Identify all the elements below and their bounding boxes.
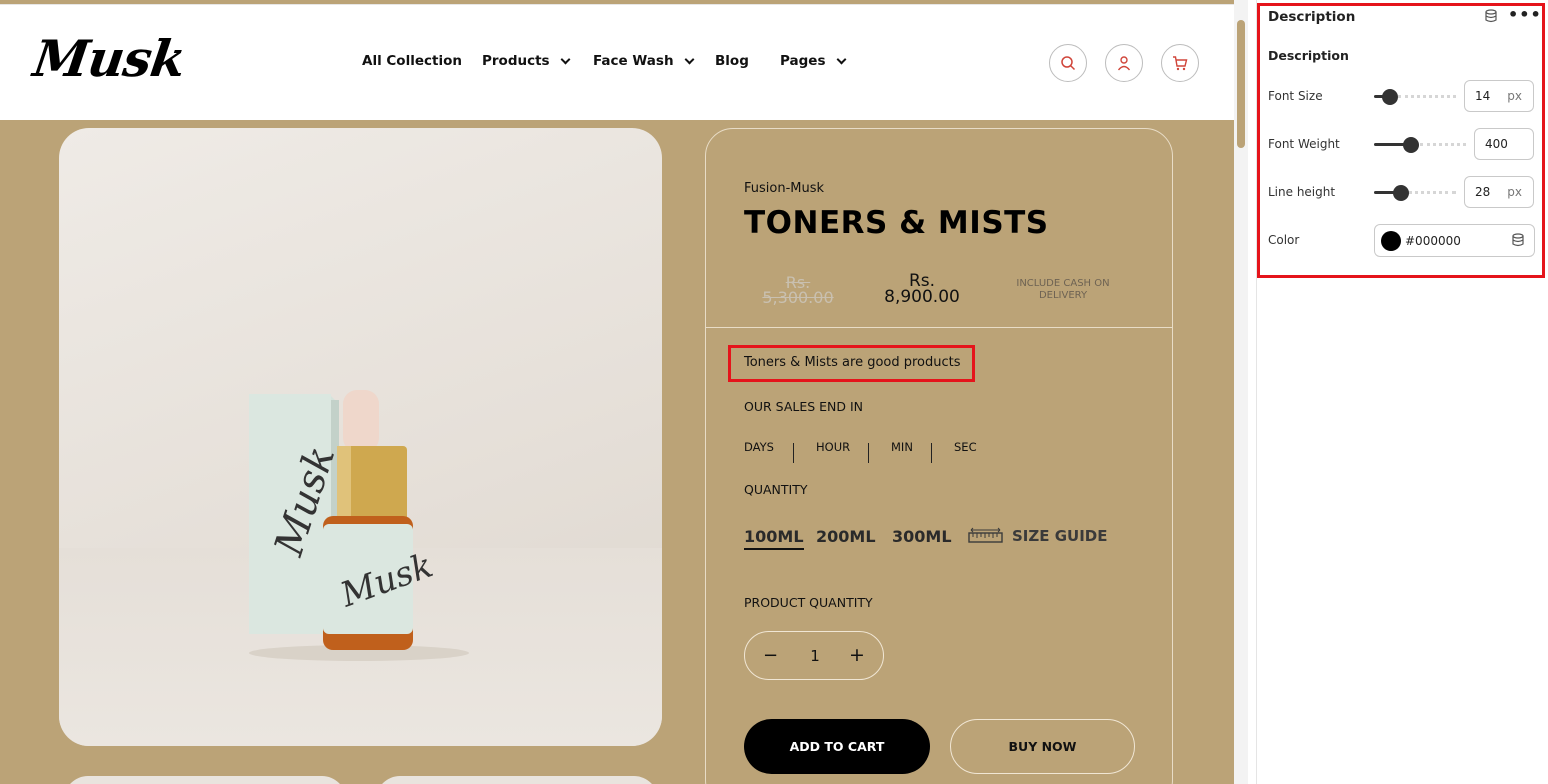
buy-now-button[interactable]: BUY NOW — [950, 719, 1135, 774]
countdown-hour: HOUR — [816, 440, 851, 454]
size-option-200ml[interactable]: 200ML — [816, 527, 876, 546]
minus-icon[interactable]: − — [763, 645, 778, 666]
user-icon — [1117, 56, 1131, 71]
old-price-value: 5,300.00 — [762, 288, 834, 307]
selection-highlight — [728, 345, 975, 382]
nav-label: Pages — [780, 53, 826, 69]
countdown-divider — [931, 443, 932, 463]
size-guide-label: SIZE GUIDE — [1012, 527, 1108, 545]
nav-all-collection[interactable]: All Collection — [362, 53, 462, 69]
quantity-value[interactable]: 1 — [807, 647, 823, 665]
countdown-min: MIN — [891, 440, 913, 454]
cart-icon — [1173, 56, 1188, 71]
thumbnail-1[interactable] — [64, 776, 346, 784]
countdown-divider — [868, 443, 869, 463]
site-header: Musk All Collection Products Face Wash B… — [0, 4, 1234, 120]
scrollbar-thumb[interactable] — [1237, 20, 1245, 148]
countdown-divider — [793, 443, 794, 463]
product-brand: Fusion-Musk — [744, 181, 825, 196]
nav-blog[interactable]: Blog — [715, 53, 749, 69]
plus-icon[interactable]: + — [849, 644, 865, 666]
cart-button[interactable] — [1161, 44, 1199, 82]
chevron-down-icon — [684, 54, 695, 64]
serum-bottle-illustration: Musk Musk — [249, 390, 469, 661]
nav-pages[interactable]: Pages — [780, 53, 846, 69]
chevron-down-icon — [836, 54, 846, 64]
editor-screen: Musk All Collection Products Face Wash B… — [0, 0, 1548, 784]
nav-label: Products — [482, 53, 550, 69]
size-option-300ml[interactable]: 300ML — [892, 527, 952, 546]
product-image: Musk Musk — [59, 128, 662, 746]
quantity-stepper: − 1 + — [744, 631, 884, 680]
ruler-icon — [968, 527, 1003, 543]
quantity-label: QUANTITY — [744, 482, 808, 497]
cod-note: INCLUDE CASH ON DELIVERY — [1016, 278, 1110, 301]
product-info-card: Fusion-Musk TONERS & MISTS Rs. 5,300.00 … — [705, 128, 1173, 784]
search-button[interactable] — [1049, 44, 1087, 82]
nav-face-wash[interactable]: Face Wash — [593, 53, 695, 69]
countdown-sec: SEC — [954, 440, 977, 454]
site-logo[interactable]: Musk — [30, 29, 189, 88]
nav-products[interactable]: Products — [482, 53, 571, 69]
old-price: Rs. 5,300.00 — [758, 275, 838, 307]
size-guide-link[interactable]: SIZE GUIDE — [968, 527, 1108, 545]
add-to-cart-button[interactable]: ADD TO CART — [744, 719, 930, 774]
sales-end-label: OUR SALES END IN — [744, 399, 864, 414]
product-title: TONERS & MISTS — [744, 205, 1049, 241]
new-price: Rs. 8,900.00 — [876, 273, 968, 307]
preview-scrollbar[interactable] — [1234, 0, 1248, 784]
nav-label: Face Wash — [593, 53, 674, 69]
account-button[interactable] — [1105, 44, 1143, 82]
nav-label: Blog — [715, 53, 749, 69]
new-price-value: 8,900.00 — [884, 287, 960, 307]
countdown-days: DAYS — [744, 440, 774, 454]
nav-label: All Collection — [362, 53, 462, 69]
site-preview: Musk All Collection Products Face Wash B… — [0, 0, 1248, 784]
chevron-down-icon — [560, 54, 571, 64]
panel-selection-highlight — [1257, 3, 1545, 278]
product-quantity-label: PRODUCT QUANTITY — [744, 595, 873, 610]
thumbnail-2[interactable] — [376, 776, 658, 784]
search-icon — [1061, 56, 1076, 71]
size-option-100ml[interactable]: 100ML — [744, 527, 804, 550]
price-divider — [706, 327, 1172, 328]
